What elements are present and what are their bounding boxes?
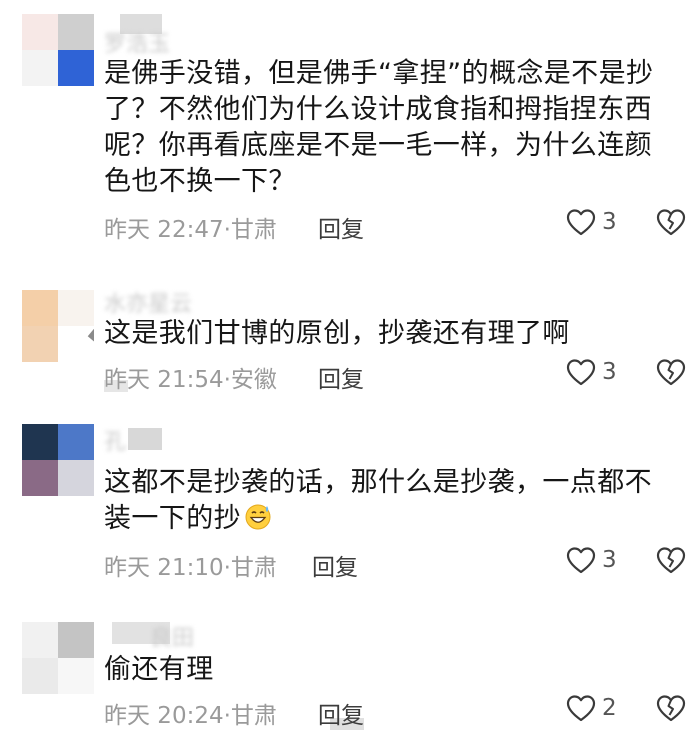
dislike-button[interactable] <box>656 358 686 386</box>
like-count: 2 <box>602 695 617 721</box>
comment-location: 安徽 <box>230 367 277 393</box>
comment-time: 昨天 20:24 <box>104 703 224 729</box>
comment-meta: 昨天 22:47·甘肃 <box>104 210 277 244</box>
heart-outline-icon <box>566 358 596 386</box>
broken-heart-icon <box>656 208 686 236</box>
grinning-sweat-emoji-icon <box>243 501 273 531</box>
comment-meta: 昨天 21:10·甘肃 <box>104 548 277 582</box>
meta-separator: · <box>223 367 231 393</box>
like-count: 3 <box>602 359 617 385</box>
broken-heart-icon <box>656 546 686 574</box>
comment-meta: 昨天 20:24·甘肃 <box>104 696 277 730</box>
meta-separator: · <box>223 703 231 729</box>
like-count: 3 <box>602 547 617 573</box>
comment-text: 偷还有理 <box>104 654 214 685</box>
reply-button[interactable]: 回复 <box>318 210 364 244</box>
heart-outline-icon <box>566 694 596 722</box>
meta-separator: · <box>223 217 231 243</box>
comment-text: 这都不是抄袭的话，那什么是抄袭，一点都不装一下的抄 <box>104 465 674 537</box>
avatar[interactable] <box>22 14 94 86</box>
comment-meta: 昨天 21:54·安徽 <box>104 360 277 394</box>
comment-location: 甘肃 <box>230 555 277 581</box>
reply-button[interactable]: 回复 <box>318 360 364 394</box>
reply-button[interactable]: 回复 <box>312 548 358 582</box>
comment-text: 这是我们甘博的原创，抄袭还有理了啊 <box>104 318 570 349</box>
broken-heart-icon <box>656 358 686 386</box>
reply-button[interactable]: 回复 <box>318 696 364 730</box>
comment-username[interactable]: 孔 <box>104 424 126 456</box>
dislike-button[interactable] <box>656 694 686 722</box>
comment-text: 是佛手没错，但是佛手“拿捏”的概念是不是抄了？不然他们为什么设计成食指和拇指捏东… <box>104 58 654 197</box>
avatar[interactable] <box>22 290 94 362</box>
like-button[interactable]: 2 <box>566 694 617 722</box>
broken-heart-icon <box>656 694 686 722</box>
dislike-button[interactable] <box>656 208 686 236</box>
meta-separator: · <box>223 555 231 581</box>
like-button[interactable]: 3 <box>566 546 617 574</box>
like-button[interactable]: 3 <box>566 358 617 386</box>
comment-time: 昨天 21:54 <box>104 367 224 393</box>
comment-username[interactable]: 罗浩玉 <box>104 26 170 58</box>
comment-text-body: 这都不是抄袭的话，那什么是抄袭，一点都不装一下的抄 <box>104 467 652 534</box>
avatar[interactable] <box>22 424 94 496</box>
comment-username[interactable]: 良田 <box>150 620 194 652</box>
like-button[interactable]: 3 <box>566 208 617 236</box>
comment-location: 甘肃 <box>230 217 277 243</box>
comment-time: 昨天 21:10 <box>104 555 224 581</box>
comment-username[interactable]: 水亦星云 <box>104 286 192 318</box>
comment-time: 昨天 22:47 <box>104 217 224 243</box>
heart-outline-icon <box>566 208 596 236</box>
avatar[interactable] <box>22 622 94 694</box>
blurred-pixel <box>128 428 162 450</box>
dislike-button[interactable] <box>656 546 686 574</box>
like-count: 3 <box>602 209 617 235</box>
heart-outline-icon <box>566 546 596 574</box>
comment-location: 甘肃 <box>230 703 277 729</box>
